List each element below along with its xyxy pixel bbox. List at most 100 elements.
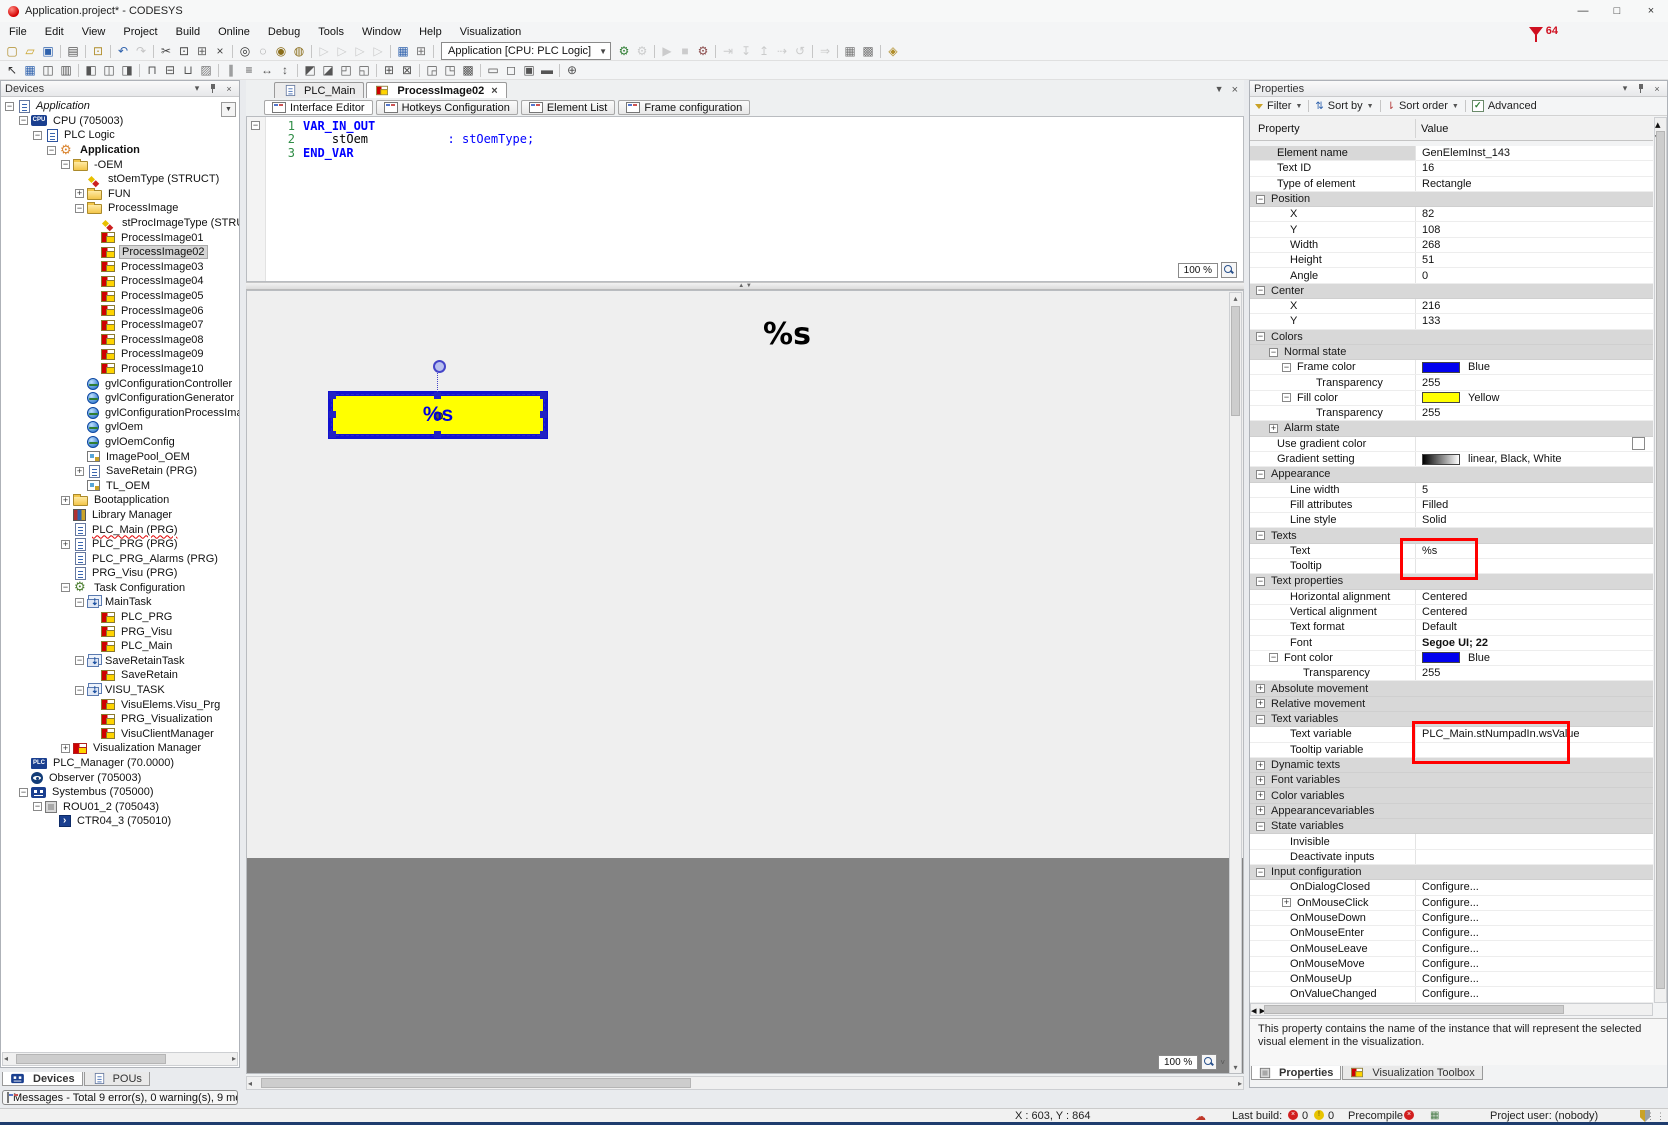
collapse-icon[interactable]: − [1269, 653, 1278, 663]
sort-order-button[interactable]: Sort order [1399, 100, 1448, 112]
property-group-normal-state[interactable]: − Normal state [1250, 344, 1653, 361]
copy-icon[interactable]: ⊡ [175, 43, 193, 60]
property-group-color-variables[interactable]: + Color variables [1250, 788, 1653, 804]
property-row-onmouseup[interactable]: OnMouseUp Configure... [1250, 972, 1653, 988]
property-value-cell[interactable]: 51 [1415, 253, 1653, 268]
distribute-vertical-icon[interactable]: ≡ [240, 62, 258, 79]
tree-item-observer-705003-[interactable]: Observer (705003) [1, 770, 239, 785]
property-group-text-variables[interactable]: − Text variables [1250, 711, 1653, 728]
tree-item-plc-manager-70-0000-[interactable]: PLC_Manager (70.0000) [1, 756, 239, 771]
property-row-text-variable[interactable]: Text variable PLC_Main.stNumpadIn.wsValue [1250, 727, 1653, 743]
property-value-cell[interactable] [1415, 421, 1653, 435]
tree-item-stprocimagetype-struct-[interactable]: stProcImageType (STRUCT) [1, 216, 239, 231]
property-value-cell[interactable]: 255 [1415, 406, 1653, 421]
menu-item-project[interactable]: Project [114, 23, 166, 41]
resize-handle-nw[interactable] [329, 392, 336, 399]
property-row-x[interactable]: X 82 [1250, 207, 1653, 223]
background-icon[interactable]: ▨ [197, 62, 215, 79]
tab-properties[interactable]: Properties [1251, 1066, 1342, 1080]
property-row-onmousedown[interactable]: OnMouseDown Configure... [1250, 910, 1653, 927]
security-icon[interactable]: ◈ [884, 43, 902, 60]
property-value-cell[interactable]: Configure... [1415, 910, 1653, 926]
tree-item-rou01-2-705043-[interactable]: − ROU01_2 (705043) [1, 800, 239, 815]
frame-selection-icon[interactable]: ◫ [39, 62, 57, 79]
property-value-cell[interactable]: 0 [1415, 268, 1653, 283]
collapse-icon[interactable]: − [1282, 393, 1291, 403]
tab-list-dropdown-icon[interactable]: ▼ [1215, 84, 1224, 96]
resize-handle-e[interactable] [540, 411, 547, 418]
property-value-cell[interactable]: PLC_Main.stNumpadIn.wsValue [1415, 727, 1653, 742]
collapse-icon[interactable]: − [19, 787, 28, 797]
property-row-ondialogclosed[interactable]: OnDialogClosed Configure... [1250, 880, 1653, 896]
print-icon[interactable]: ▤ [64, 43, 82, 60]
tree-item-prg-visu[interactable]: PRG_Visu [1, 624, 239, 639]
insert-button-icon[interactable]: ▬ [538, 62, 556, 79]
new-project-icon[interactable]: ▢ [3, 43, 21, 60]
property-value-cell[interactable]: Solid [1415, 513, 1653, 528]
property-value-cell[interactable]: Default [1415, 620, 1653, 635]
property-row-onvaluechanged[interactable]: OnValueChanged Configure... [1250, 987, 1653, 1003]
property-value-cell[interactable] [1415, 467, 1653, 481]
expand-icon[interactable]: + [61, 743, 70, 753]
find-next-icon[interactable]: ◉ [272, 43, 290, 60]
property-value-cell[interactable]: 5 [1415, 482, 1653, 497]
collapse-icon[interactable]: − [61, 583, 70, 593]
property-value-cell[interactable]: 82 [1415, 207, 1653, 222]
property-group-text-properties[interactable]: − Text properties [1250, 574, 1653, 590]
code-lines[interactable]: 1 VAR_IN_OUT 2 stOem : stOemType; 3 END_VAR [265, 119, 1241, 160]
element-list-icon[interactable]: ▥ [57, 62, 75, 79]
resize-handle-se[interactable] [540, 431, 547, 438]
tree-item-bootapplication[interactable]: + Bootapplication [1, 493, 239, 508]
collapse-icon[interactable]: − [1269, 347, 1278, 357]
delete-icon[interactable]: × [211, 43, 229, 60]
tab-pous[interactable]: POUs [83, 1072, 150, 1086]
zoom-dropdown-icon[interactable]: ˅ [1220, 1058, 1225, 1067]
property-value-cell[interactable] [1415, 819, 1653, 833]
expand-icon[interactable]: + [1256, 791, 1265, 801]
property-value-cell[interactable] [1415, 574, 1653, 588]
value-column-header[interactable]: Value [1421, 123, 1448, 135]
property-value-cell[interactable] [1415, 804, 1653, 818]
property-row-line-width[interactable]: Line width 5 [1250, 482, 1653, 498]
property-value-cell[interactable]: Blue [1415, 360, 1653, 375]
property-value-cell[interactable]: Blue [1415, 650, 1653, 666]
interface-editor-zoom-control[interactable]: 100 % [1177, 262, 1237, 278]
property-row-frame-color[interactable]: − Frame color Blue [1250, 360, 1653, 376]
expand-icon[interactable]: + [75, 189, 84, 199]
property-value-cell[interactable]: Configure... [1415, 956, 1653, 972]
expand-icon[interactable]: + [1256, 684, 1265, 694]
collapse-icon[interactable]: − [1256, 714, 1265, 724]
property-group-state-variables[interactable]: − State variables [1250, 819, 1653, 835]
devices-horizontal-scrollbar[interactable]: ◂ ▸ [2, 1052, 238, 1066]
tree-item-processimage06[interactable]: ProcessImage06 [1, 303, 239, 318]
collapse-icon[interactable]: − [33, 802, 42, 812]
tree-item-fun[interactable]: + FUN [1, 187, 239, 202]
rotation-handle[interactable] [433, 360, 446, 373]
bring-to-front-icon[interactable]: ◩ [301, 62, 319, 79]
property-value-cell[interactable]: Yellow [1415, 390, 1653, 406]
bookmark-next-icon[interactable]: ▷ [333, 43, 351, 60]
collapse-icon[interactable]: − [47, 145, 56, 155]
filter-button[interactable]: Filter [1267, 100, 1291, 112]
interface-editor-zoom-level[interactable]: 100 % [1177, 262, 1218, 278]
messages-bar[interactable]: Messages - Total 9 error(s), 0 warning(s… [2, 1090, 238, 1105]
property-value-cell[interactable]: Configure... [1415, 972, 1653, 987]
property-value-cell[interactable] [1415, 712, 1653, 726]
tree-item-systembus-705000-[interactable]: − Systembus (705000) [1, 785, 239, 800]
resize-handle-n[interactable] [434, 392, 441, 399]
collapse-icon[interactable]: − [75, 656, 84, 666]
device-tree-combo-button[interactable]: ▼ [221, 102, 236, 117]
bring-forward-icon[interactable]: ◰ [337, 62, 355, 79]
property-row-y[interactable]: Y 108 [1250, 222, 1653, 238]
property-group-input-configuration[interactable]: − Input configuration [1250, 864, 1653, 881]
tree-item-stoemtype-struct-[interactable]: stOemType (STRUCT) [1, 172, 239, 187]
property-value-cell[interactable] [1415, 773, 1653, 787]
tree-item-prg-visu-prg-[interactable]: PRG_Visu (PRG) [1, 566, 239, 581]
expand-icon[interactable]: + [61, 539, 70, 549]
cut-icon[interactable]: ✂ [157, 43, 175, 60]
simulation-icon[interactable]: ▦ [841, 43, 859, 60]
message-filter-badge[interactable]: 64 [1528, 25, 1558, 42]
property-value-cell[interactable]: GenElemInst_143 [1415, 146, 1653, 161]
group-icon[interactable]: ⊞ [380, 62, 398, 79]
advanced-checkbox[interactable]: ✓ [1471, 100, 1484, 112]
